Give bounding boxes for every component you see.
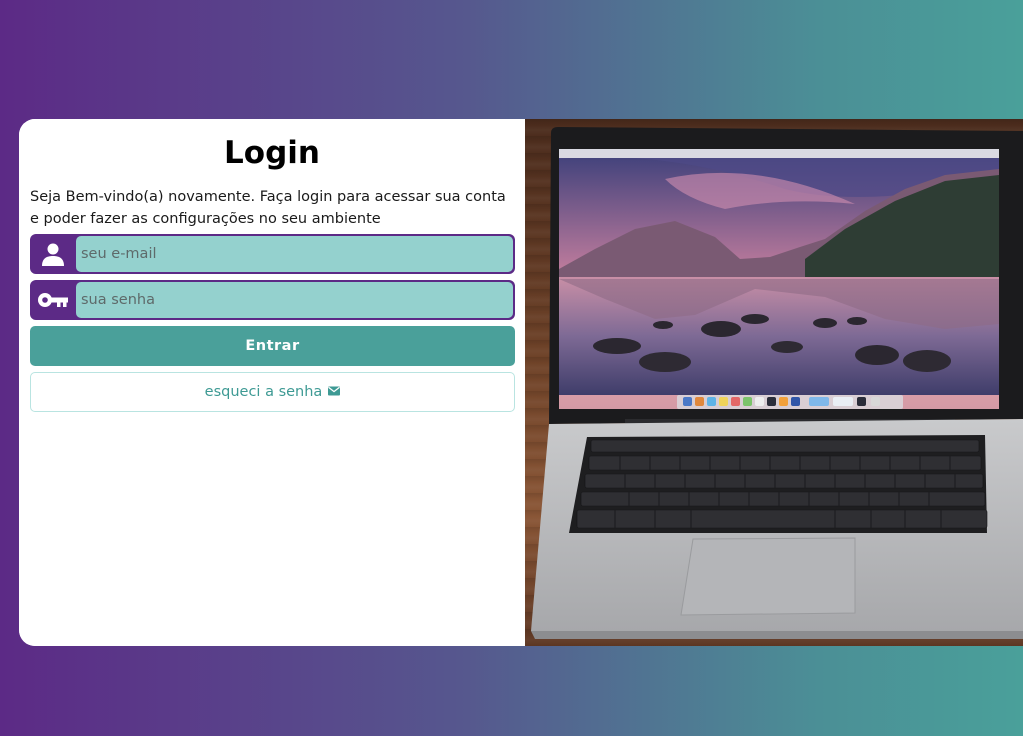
forgot-password-label: esqueci a senha	[204, 384, 323, 400]
password-input[interactable]	[76, 282, 513, 318]
email-input[interactable]	[76, 236, 513, 272]
page-title: Login	[224, 135, 320, 171]
login-form-panel: Login Seja Bem-vindo(a) novamente. Faça …	[19, 119, 525, 646]
user-icon	[30, 234, 76, 274]
forgot-password-button[interactable]: esqueci a senha	[30, 372, 515, 412]
key-icon	[30, 280, 76, 320]
submit-button[interactable]: Entrar	[30, 326, 515, 366]
laptop-photo	[525, 119, 1023, 646]
password-field-group	[30, 280, 515, 320]
laptop-illustration	[531, 127, 1023, 639]
laptop-trackpad	[680, 537, 856, 616]
welcome-message: Seja Bem-vindo(a) novamente. Faça login …	[30, 189, 506, 227]
email-field-group	[30, 234, 515, 274]
envelope-icon	[328, 384, 341, 400]
login-card: Login Seja Bem-vindo(a) novamente. Faça …	[19, 119, 1023, 646]
laptop-screen	[559, 149, 999, 409]
